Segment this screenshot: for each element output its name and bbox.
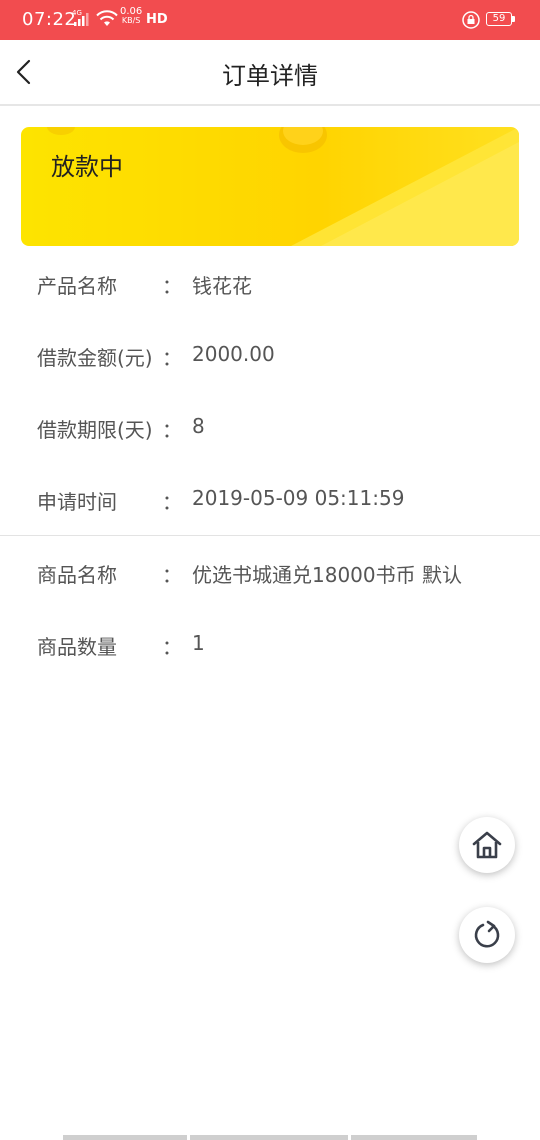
battery-tip: [512, 16, 515, 22]
detail-row-goods-name: 商品名称 ： 优选书城通兑18000书币 默认: [0, 559, 540, 599]
hd-indicator: HD: [146, 12, 168, 27]
order-status-banner: 放款中: [21, 127, 519, 246]
colon: ：: [162, 346, 182, 370]
page-title: 订单详情: [222, 62, 318, 90]
app-header: 订单详情: [0, 40, 540, 106]
network-speed-value: 0.06: [120, 6, 143, 17]
status-bar: 07:22 4G 0.06 KB/S HD 59: [0, 0, 540, 40]
apply-time-label: 申请时间: [37, 490, 117, 514]
signal-icon: 4G: [72, 9, 89, 26]
goods-name-label: 商品名称: [37, 563, 117, 587]
nav-indicator-left: [63, 1135, 187, 1140]
colon: ：: [162, 418, 182, 442]
network-speed: 0.06 KB/S: [120, 6, 143, 26]
loan-term-value: 8: [192, 414, 205, 438]
goods-quantity-value: 1: [192, 631, 205, 655]
battery-icon: 59: [486, 12, 512, 26]
goods-name-value: 优选书城通兑18000书币 默认: [192, 563, 462, 587]
colon: ：: [162, 490, 182, 514]
lock-icon: [462, 11, 480, 29]
refresh-button[interactable]: [459, 907, 515, 963]
colon: ：: [162, 563, 182, 587]
detail-row-product-name: 产品名称 ： 钱花花: [0, 270, 540, 310]
svg-text:4G: 4G: [72, 9, 82, 17]
detail-row-apply-time: 申请时间 ： 2019-05-09 05:11:59: [0, 486, 540, 526]
detail-row-loan-term: 借款期限(天) ： 8: [0, 414, 540, 454]
status-time: 07:22: [22, 9, 77, 30]
loan-amount-label: 借款金额(元): [37, 346, 153, 370]
detail-row-goods-quantity: 商品数量 ： 1: [0, 631, 540, 671]
goods-quantity-label: 商品数量: [37, 635, 117, 659]
colon: ：: [162, 635, 182, 659]
product-name-label: 产品名称: [37, 274, 117, 298]
loan-amount-value: 2000.00: [192, 342, 275, 366]
banner-decoration: [47, 127, 519, 246]
section-divider: [0, 535, 540, 536]
network-speed-unit: KB/S: [121, 16, 141, 25]
product-name-value: 钱花花: [192, 274, 252, 298]
wifi-icon: [96, 10, 118, 26]
home-icon: [472, 831, 502, 859]
apply-time-value: 2019-05-09 05:11:59: [192, 486, 405, 510]
refresh-icon: [474, 920, 500, 948]
nav-indicator-center: [190, 1135, 348, 1140]
nav-indicator-right: [351, 1135, 477, 1140]
order-status-text: 放款中: [51, 153, 123, 181]
home-button[interactable]: [459, 817, 515, 873]
loan-term-label: 借款期限(天): [37, 418, 153, 442]
detail-row-loan-amount: 借款金额(元) ： 2000.00: [0, 342, 540, 382]
colon: ：: [162, 274, 182, 298]
